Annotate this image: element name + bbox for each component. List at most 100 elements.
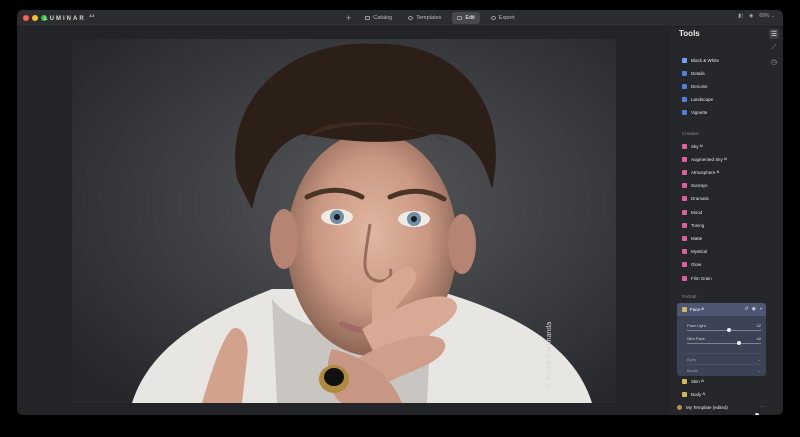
tool-item[interactable]: Details <box>682 69 705 77</box>
tool-icon <box>682 222 687 228</box>
history-icon[interactable]: ◷ <box>769 57 779 67</box>
tool-icon <box>682 169 687 175</box>
tab-edit-label: Edit <box>465 15 475 21</box>
face-tool-header[interactable]: Face ᴬᴵ ↺ ◉ ◑ <box>677 303 766 316</box>
top-nav: + Catalog Templates Edit Export <box>343 12 520 24</box>
tool-label: Sky ᴬᴵ <box>691 143 703 149</box>
tool-item[interactable]: Landscape <box>682 96 713 104</box>
tool-icon <box>682 143 687 149</box>
eyes-subsection[interactable]: Eyes ⌄ <box>687 353 761 362</box>
tool-item[interactable]: Sunrays <box>682 182 708 190</box>
tool-label: Details <box>691 70 705 76</box>
tool-label: Toning <box>691 222 705 228</box>
eye-icon[interactable]: ◉ <box>749 13 753 19</box>
tool-item[interactable]: Mystical <box>682 248 707 256</box>
portrait-section-label: Portrait <box>682 294 697 299</box>
reset-icon[interactable]: ↺ <box>744 306 748 312</box>
face-light-track[interactable] <box>687 330 761 331</box>
more-icon[interactable]: ⋯ <box>760 404 765 410</box>
tool-icon <box>682 57 687 63</box>
add-photos-button[interactable]: + <box>343 13 354 23</box>
tool-item[interactable]: Atmosphere ᴬᴵ <box>682 168 719 176</box>
creative-section-label: Creative <box>682 131 699 136</box>
tool-label: Sunrays <box>691 183 708 189</box>
zoom-value: 69% <box>759 13 770 19</box>
visibility-icon[interactable]: ◉ <box>752 306 756 312</box>
tool-label: Glow <box>691 262 702 268</box>
app-logo: LUMINAR 4.3 <box>44 14 94 22</box>
edit-icon <box>457 16 463 20</box>
tool-label: Landscape <box>691 97 714 103</box>
tool-item[interactable]: Body ᴬᴵ <box>682 390 705 398</box>
slim-face-knob[interactable] <box>736 341 741 345</box>
tool-label: Skin ᴬᴵ <box>691 378 704 384</box>
tool-label: Black & White <box>691 57 720 63</box>
photo-watermark: © Aiyush Pachnanda <box>546 321 553 387</box>
sliders-icon[interactable]: ☰ <box>769 29 779 39</box>
tool-icon <box>682 70 687 76</box>
tab-templates[interactable]: Templates <box>403 12 446 24</box>
tool-icon <box>682 196 687 202</box>
tool-label: Mystical <box>691 249 708 255</box>
tool-item[interactable]: Augmented Sky ᴬᴵ <box>682 155 727 163</box>
tool-item[interactable]: Black & White <box>682 56 719 64</box>
close-button[interactable] <box>23 15 29 21</box>
tool-icon <box>682 156 687 162</box>
face-tool-label: Face ᴬᴵ <box>690 307 705 312</box>
brush-icon[interactable]: ⟋ <box>769 43 779 53</box>
tab-templates-label: Templates <box>416 15 442 21</box>
tool-label: Mood <box>691 209 703 215</box>
tool-icon <box>682 378 687 384</box>
template-amount-knob[interactable] <box>755 413 759 415</box>
tool-label: Atmosphere ᴬᴵ <box>691 169 720 175</box>
tab-export[interactable]: Export <box>486 12 520 24</box>
zoom-select[interactable]: 69% ⌄ <box>759 13 775 19</box>
tool-icon <box>682 262 687 268</box>
tool-item[interactable]: Mood <box>682 208 702 216</box>
template-icon <box>677 405 682 410</box>
app-window: LUMINAR 4.3 + Catalog Templates Edit Exp… <box>17 10 783 415</box>
slim-face-value: 42 <box>756 336 761 341</box>
face-icon <box>682 307 687 312</box>
tool-item[interactable]: Skin ᴬᴵ <box>682 377 704 385</box>
title-bar: LUMINAR 4.3 + Catalog Templates Edit Exp… <box>17 10 783 27</box>
tool-item[interactable]: Dramatic <box>682 195 709 203</box>
tool-item[interactable]: Toning <box>682 221 704 229</box>
tool-label: Augmented Sky ᴬᴵ <box>691 156 727 162</box>
catalog-icon <box>365 16 371 20</box>
tool-label: Matte <box>691 235 703 241</box>
tool-item[interactable]: Denoise <box>682 82 708 90</box>
tool-item[interactable]: Vignette <box>682 109 707 117</box>
tool-icon <box>682 83 687 89</box>
mouth-subsection[interactable]: Mouth ⌄ <box>687 364 761 373</box>
tab-edit[interactable]: Edit <box>452 12 480 24</box>
tool-item[interactable]: Matte <box>682 234 702 242</box>
eyes-label: Eyes <box>687 357 696 362</box>
tool-label: Film Grain <box>691 275 712 281</box>
tool-item[interactable]: Film Grain <box>682 274 712 282</box>
compare-icon[interactable]: ◧ <box>738 13 743 19</box>
image-canvas[interactable]: © Aiyush Pachnanda <box>17 27 670 415</box>
tool-item[interactable]: Glow <box>682 261 701 269</box>
slim-face-track[interactable] <box>687 343 761 344</box>
mouth-label: Mouth <box>687 368 699 373</box>
slim-face-label: Slim Face <box>687 336 705 341</box>
toggle-icon[interactable]: ◑ <box>759 306 762 312</box>
export-icon <box>490 16 496 20</box>
brand-name: LUMINAR <box>44 16 86 22</box>
minimize-button[interactable] <box>32 15 38 21</box>
template-row[interactable]: My Template (edited) <box>677 405 728 410</box>
tool-icon <box>682 391 687 397</box>
portrait-photo[interactable] <box>72 39 616 403</box>
tab-export-label: Export <box>498 15 515 21</box>
panel-side-icons: ☰ ⟋ ◷ <box>769 29 779 67</box>
tab-catalog-label: Catalog <box>373 15 393 21</box>
tool-icon <box>682 275 687 281</box>
tool-item[interactable]: Sky ᴬᴵ <box>682 142 703 150</box>
face-light-value: 32 <box>756 323 761 328</box>
tab-catalog[interactable]: Catalog <box>360 12 397 24</box>
chevron-down-icon: ⌄ <box>757 368 761 373</box>
tool-icon <box>682 183 687 189</box>
face-light-knob[interactable] <box>727 328 732 332</box>
tool-label: Dramatic <box>691 196 710 202</box>
